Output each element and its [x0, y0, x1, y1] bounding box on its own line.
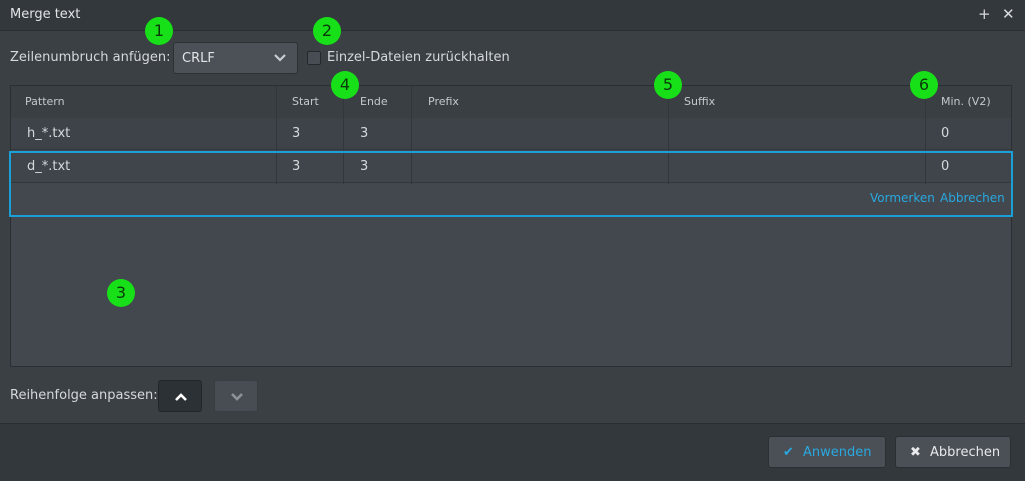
hold-files-checkbox[interactable]	[307, 51, 321, 65]
cell-min[interactable]: 0	[941, 159, 949, 174]
annotation-marker-5: 5	[654, 71, 682, 99]
column-header-prefix[interactable]: Prefix	[428, 95, 459, 108]
cell-start[interactable]: 3	[292, 159, 300, 174]
annotation-marker-2: 2	[313, 17, 341, 45]
cell-ende: 3	[360, 126, 369, 141]
column-header-min[interactable]: Min. (V2)	[941, 95, 991, 108]
chevron-up-icon	[175, 393, 187, 401]
column-divider	[411, 86, 412, 184]
apply-button[interactable]: ✔ Anwenden	[768, 436, 886, 468]
annotation-marker-3: 3	[107, 279, 135, 307]
linebreak-select[interactable]: CRLF	[173, 42, 298, 74]
column-divider	[343, 86, 344, 184]
cell-start: 3	[292, 126, 301, 141]
cancel-button[interactable]: ✖ Abbrechen	[895, 436, 1011, 468]
column-header-pattern[interactable]: Pattern	[25, 95, 65, 108]
cell-pattern[interactable]: d_*.txt	[27, 159, 70, 174]
grid-header: Pattern Start Ende Prefix Suffix Min. (V…	[11, 86, 1011, 119]
table-row[interactable]: h_*.txt 3 3 0	[11, 118, 1011, 150]
close-icon: ✖	[910, 445, 921, 460]
linebreak-label: Zeilenumbruch anfügen:	[10, 50, 171, 65]
column-header-ende[interactable]: Ende	[360, 95, 388, 108]
annotation-marker-6: 6	[910, 71, 938, 99]
column-divider	[925, 86, 926, 184]
column-header-start[interactable]: Start	[292, 95, 319, 108]
row-cancel-link[interactable]: Abbrechen	[940, 191, 1005, 205]
linebreak-select-value: CRLF	[182, 51, 215, 66]
annotation-marker-4: 4	[331, 71, 359, 99]
window-title: Merge text	[10, 7, 81, 22]
cell-pattern: h_*.txt	[27, 126, 71, 141]
pattern-grid: Pattern Start Ende Prefix Suffix Min. (V…	[9, 85, 1013, 367]
annotation-marker-1: 1	[145, 17, 173, 45]
chevron-down-icon	[274, 54, 286, 62]
close-icon[interactable]: ✕	[1002, 5, 1015, 23]
column-divider	[276, 86, 277, 184]
plus-icon[interactable]: +	[978, 5, 991, 23]
cell-min: 0	[941, 126, 950, 141]
check-icon: ✔	[783, 445, 794, 460]
apply-button-label: Anwenden	[803, 445, 872, 460]
cancel-button-label: Abbrechen	[930, 445, 1001, 460]
order-label: Reihenfolge anpassen:	[10, 388, 158, 403]
move-down-button[interactable]	[214, 380, 258, 412]
chevron-down-icon	[231, 393, 243, 401]
column-header-suffix[interactable]: Suffix	[684, 95, 715, 108]
row-save-link[interactable]: Vormerken	[870, 191, 935, 205]
cell-ende[interactable]: 3	[360, 159, 368, 174]
move-up-button[interactable]	[158, 380, 202, 412]
table-row[interactable]: d_*.txt 3 3 0	[11, 151, 1011, 183]
column-divider	[668, 86, 669, 184]
hold-files-label[interactable]: Einzel-Dateien zurückhalten	[327, 50, 510, 65]
